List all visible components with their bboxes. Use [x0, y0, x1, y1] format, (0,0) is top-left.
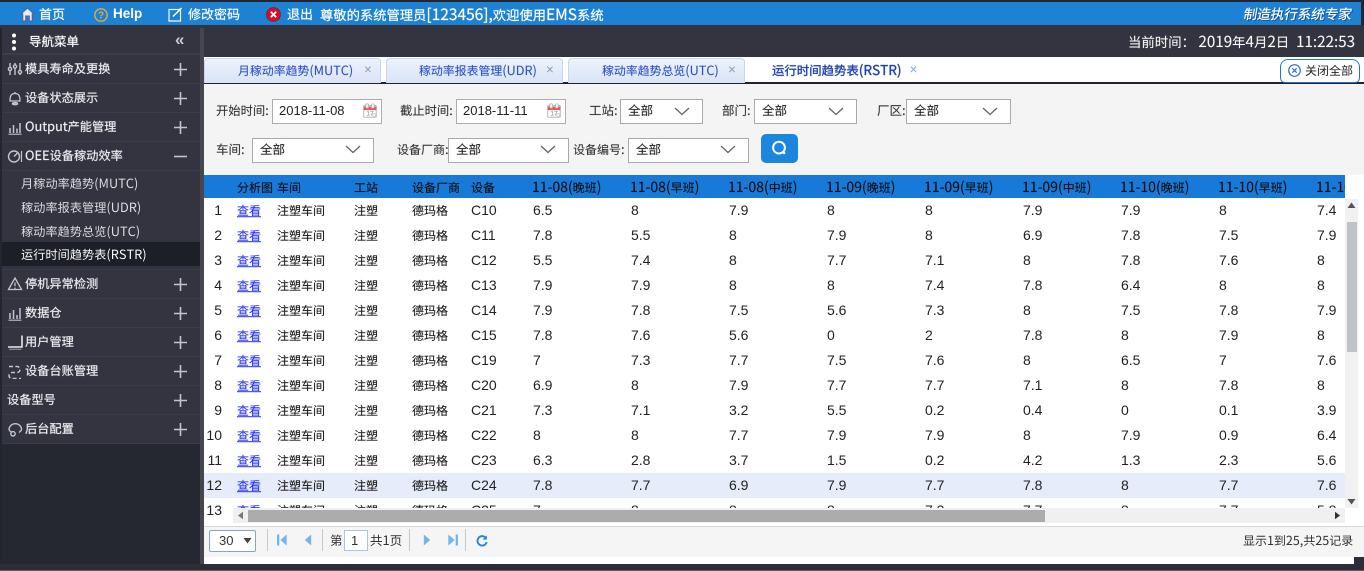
svg-text:?: ?: [98, 10, 104, 21]
